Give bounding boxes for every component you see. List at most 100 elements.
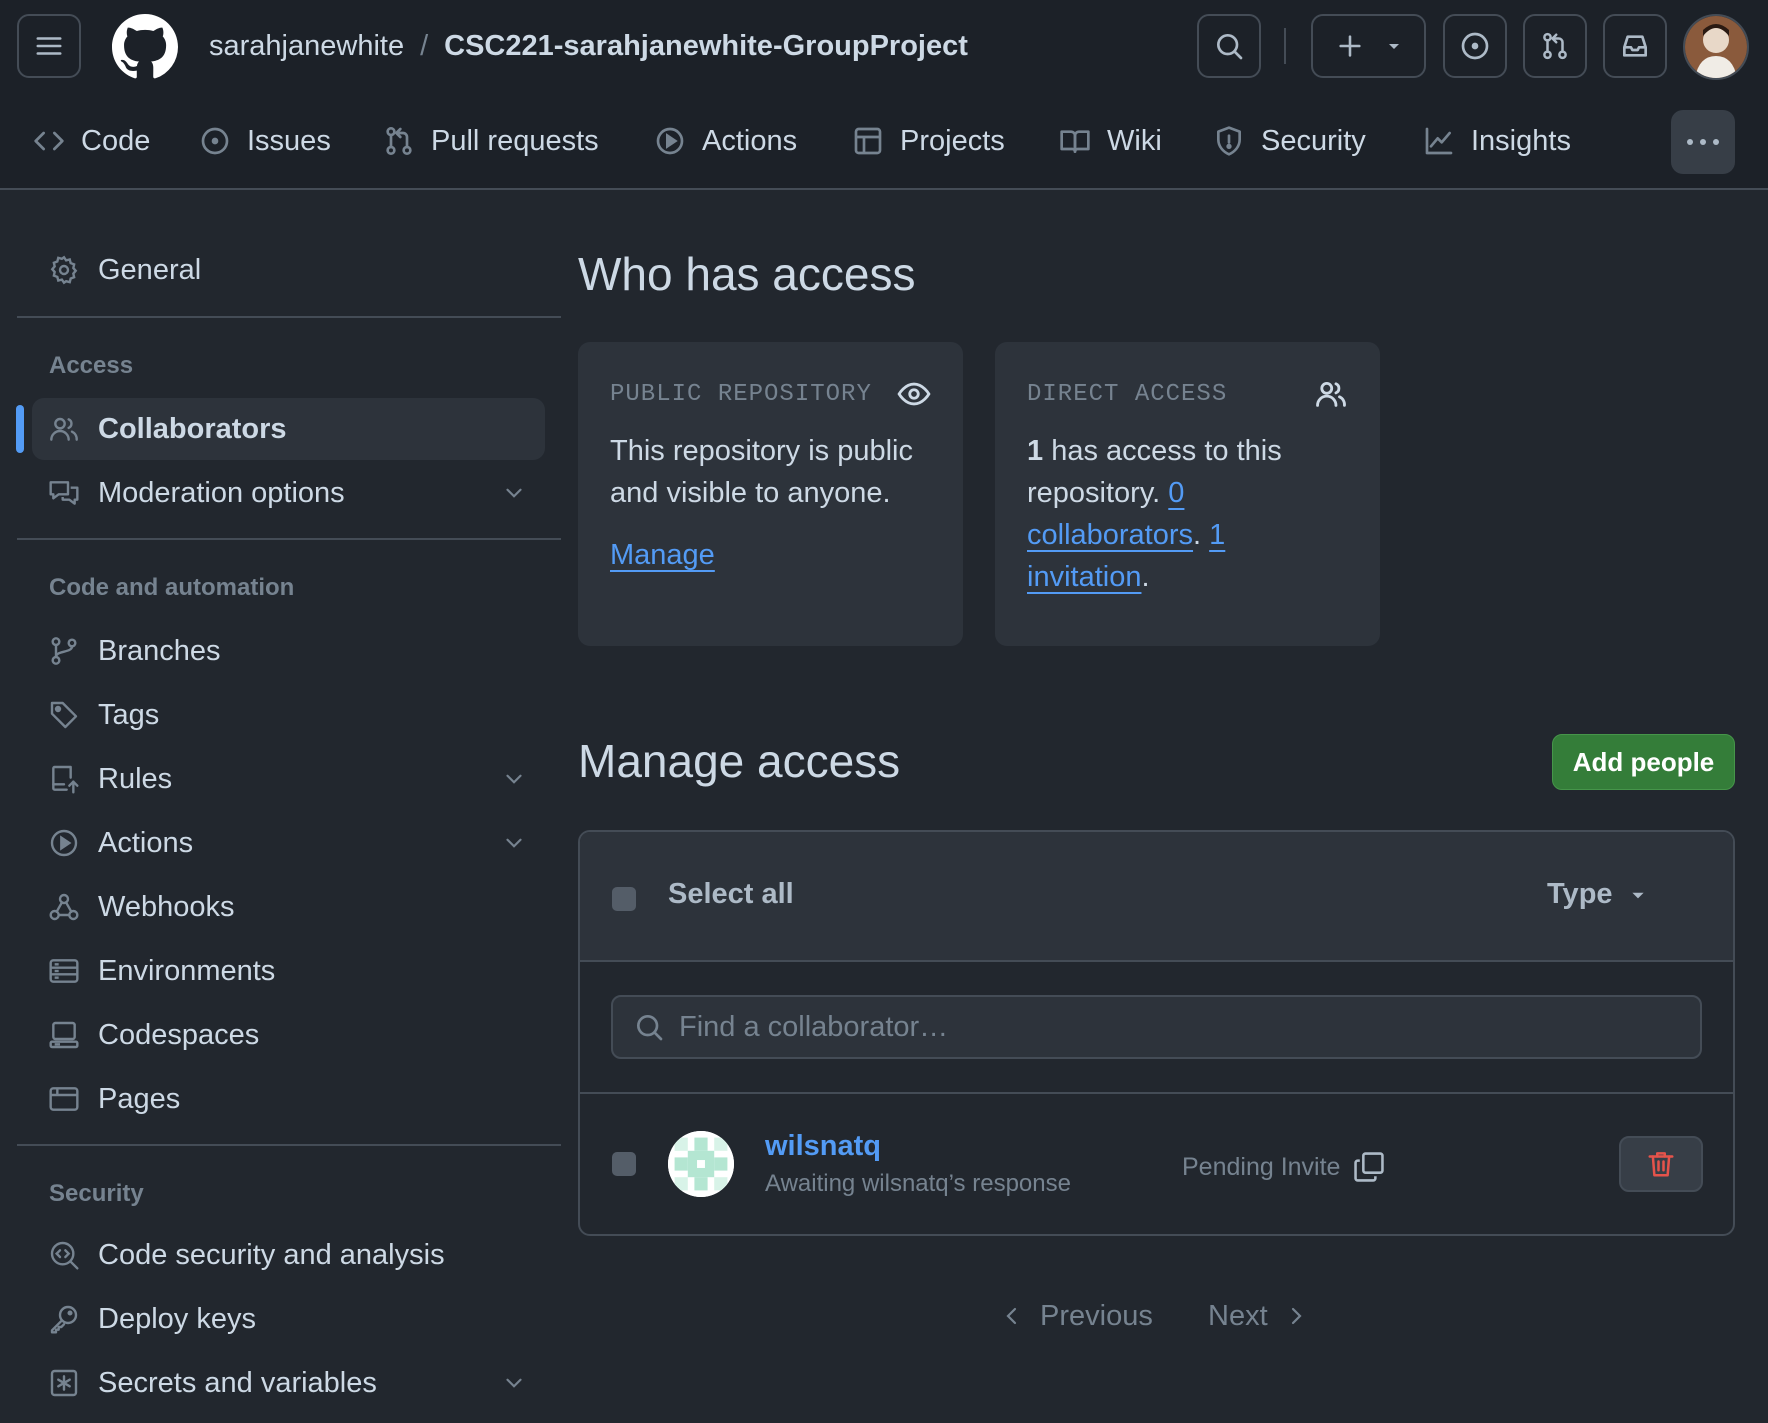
- more-tabs-button[interactable]: [1671, 110, 1735, 174]
- caret-down-icon: [1388, 44, 1399, 49]
- collaborator-search[interactable]: [611, 995, 1702, 1059]
- sidebar-item-general-label: General: [98, 253, 202, 286]
- sidebar-item-deploy-keys-label: Deploy keys: [98, 1302, 256, 1335]
- select-all-checkbox[interactable]: [612, 887, 636, 911]
- tab-wiki-label: Wiki: [1107, 124, 1162, 157]
- repo-link[interactable]: CSC221-sarahjanewhite-GroupProject: [444, 28, 968, 64]
- chevron-left-icon: [1006, 1307, 1017, 1325]
- sidebar-item-moderation-label: Moderation options: [98, 476, 345, 509]
- search-icon: [1217, 34, 1243, 60]
- sidebar-item-deploy-keys[interactable]: Deploy keys: [32, 1288, 545, 1350]
- tab-code[interactable]: Code: [33, 92, 150, 190]
- type-filter-dropdown[interactable]: Type: [1547, 878, 1647, 911]
- menu-button[interactable]: [17, 14, 81, 78]
- search-row: [580, 962, 1733, 1094]
- tab-insights[interactable]: Insights: [1423, 92, 1571, 190]
- pending-invite-label: Pending Invite: [1182, 1152, 1341, 1181]
- chevron-down-icon: [506, 1378, 522, 1388]
- sidebar-divider: [17, 538, 561, 540]
- sidebar-item-rules[interactable]: Rules: [32, 748, 545, 810]
- chevron-down-icon: [506, 774, 522, 784]
- tab-pull-requests[interactable]: Pull requests: [383, 92, 599, 190]
- sidebar-heading-access: Access: [49, 352, 134, 379]
- sidebar-item-secrets-label: Secrets and variables: [98, 1366, 377, 1399]
- pull-requests-button[interactable]: [1523, 14, 1587, 78]
- tab-code-label: Code: [81, 124, 151, 157]
- row-checkbox[interactable]: [612, 1152, 636, 1176]
- avatar[interactable]: [668, 1131, 734, 1197]
- book-icon: [1060, 130, 1090, 153]
- inbox-button[interactable]: [1603, 14, 1667, 78]
- select-all-label[interactable]: Select all: [668, 878, 794, 911]
- active-indicator: [16, 405, 24, 453]
- sidebar-item-general[interactable]: General: [32, 239, 545, 301]
- tab-security[interactable]: Security: [1213, 92, 1366, 190]
- sidebar-item-moderation[interactable]: Moderation options: [32, 462, 545, 524]
- next-page-button[interactable]: Next: [1208, 1296, 1308, 1336]
- direct-access-text: 1 has access to this repository. 0 colla…: [1027, 430, 1348, 598]
- sidebar-item-tags[interactable]: Tags: [32, 684, 545, 746]
- find-collaborator-input[interactable]: [679, 1010, 1639, 1044]
- remove-collaborator-button[interactable]: [1619, 1136, 1703, 1192]
- sidebar-divider: [17, 1144, 561, 1146]
- github-logo-icon[interactable]: [112, 14, 178, 80]
- sidebar-item-environments[interactable]: Environments: [32, 940, 545, 1002]
- sidebar-item-tags-label: Tags: [98, 698, 160, 731]
- collaborator-username[interactable]: wilsnatq: [765, 1130, 881, 1163]
- who-has-access-heading: Who has access: [578, 248, 916, 300]
- sidebar-item-code-security-label: Code security and analysis: [98, 1238, 445, 1271]
- tab-projects[interactable]: Projects: [852, 92, 1005, 190]
- sidebar-divider: [17, 316, 561, 318]
- webhook-icon: [49, 893, 79, 921]
- add-people-button[interactable]: Add people: [1552, 734, 1735, 790]
- eye-icon: [897, 382, 931, 406]
- user-avatar[interactable]: [1683, 14, 1749, 80]
- sidebar-item-secrets[interactable]: Secrets and variables: [32, 1352, 545, 1414]
- pull-request-icon: [386, 126, 412, 155]
- manage-visibility-link[interactable]: Manage: [610, 539, 715, 571]
- tab-issues[interactable]: Issues: [199, 92, 331, 190]
- sidebar-item-environments-label: Environments: [98, 954, 276, 987]
- sidebar-item-codespaces[interactable]: Codespaces: [32, 1004, 545, 1066]
- play-icon: [50, 829, 78, 857]
- sidebar-item-pages[interactable]: Pages: [32, 1068, 545, 1130]
- create-new-button[interactable]: [1311, 14, 1426, 78]
- gear-icon: [50, 255, 78, 285]
- pull-request-icon: [1543, 32, 1567, 60]
- tag-icon: [50, 701, 78, 729]
- table-icon: [854, 127, 882, 155]
- play-icon: [656, 127, 684, 155]
- sidebar-item-webhooks-label: Webhooks: [98, 890, 235, 923]
- chevron-right-icon: [1291, 1307, 1302, 1325]
- breadcrumb-separator: /: [420, 30, 429, 62]
- tab-actions[interactable]: Actions: [654, 92, 797, 190]
- manage-access-heading: Manage access: [578, 735, 901, 787]
- server-icon: [49, 959, 79, 983]
- sidebar-heading-code-automation: Code and automation: [49, 574, 295, 601]
- inbox-icon: [1623, 35, 1647, 57]
- hamburger-icon: [36, 37, 62, 55]
- codespaces-icon: [49, 1021, 79, 1049]
- sidebar-item-webhooks[interactable]: Webhooks: [32, 876, 545, 938]
- global-header: sarahjanewhite / CSC221-sarahjanewhite-G…: [0, 0, 1768, 92]
- sidebar-item-collaborators[interactable]: Collaborators: [32, 398, 545, 460]
- sidebar-item-pages-label: Pages: [98, 1082, 181, 1115]
- sidebar-item-code-security[interactable]: Code security and analysis: [32, 1224, 545, 1286]
- search-icon: [637, 1015, 663, 1041]
- browser-icon: [49, 1087, 79, 1111]
- direct-access-separator: .: [1193, 519, 1210, 551]
- collaborators-box-header: Select all Type: [580, 832, 1733, 962]
- tab-wiki[interactable]: Wiki: [1059, 92, 1162, 190]
- sidebar-item-actions[interactable]: Actions: [32, 812, 545, 874]
- sidebar-item-branches[interactable]: Branches: [32, 620, 545, 682]
- previous-page-label: Previous: [1040, 1299, 1153, 1332]
- shield-icon: [1217, 126, 1241, 156]
- direct-access-card: DIRECT ACCESS 1 has access to this repos…: [995, 342, 1380, 646]
- previous-page-button[interactable]: Previous: [1000, 1296, 1153, 1336]
- search-button[interactable]: [1197, 14, 1261, 78]
- owner-link[interactable]: sarahjanewhite: [209, 28, 404, 64]
- issues-button[interactable]: [1443, 14, 1507, 78]
- people-icon: [50, 417, 78, 441]
- collaborator-status-subtitle: Awaiting wilsnatq’s response: [765, 1170, 1071, 1197]
- copy-icon[interactable]: [1352, 1150, 1386, 1184]
